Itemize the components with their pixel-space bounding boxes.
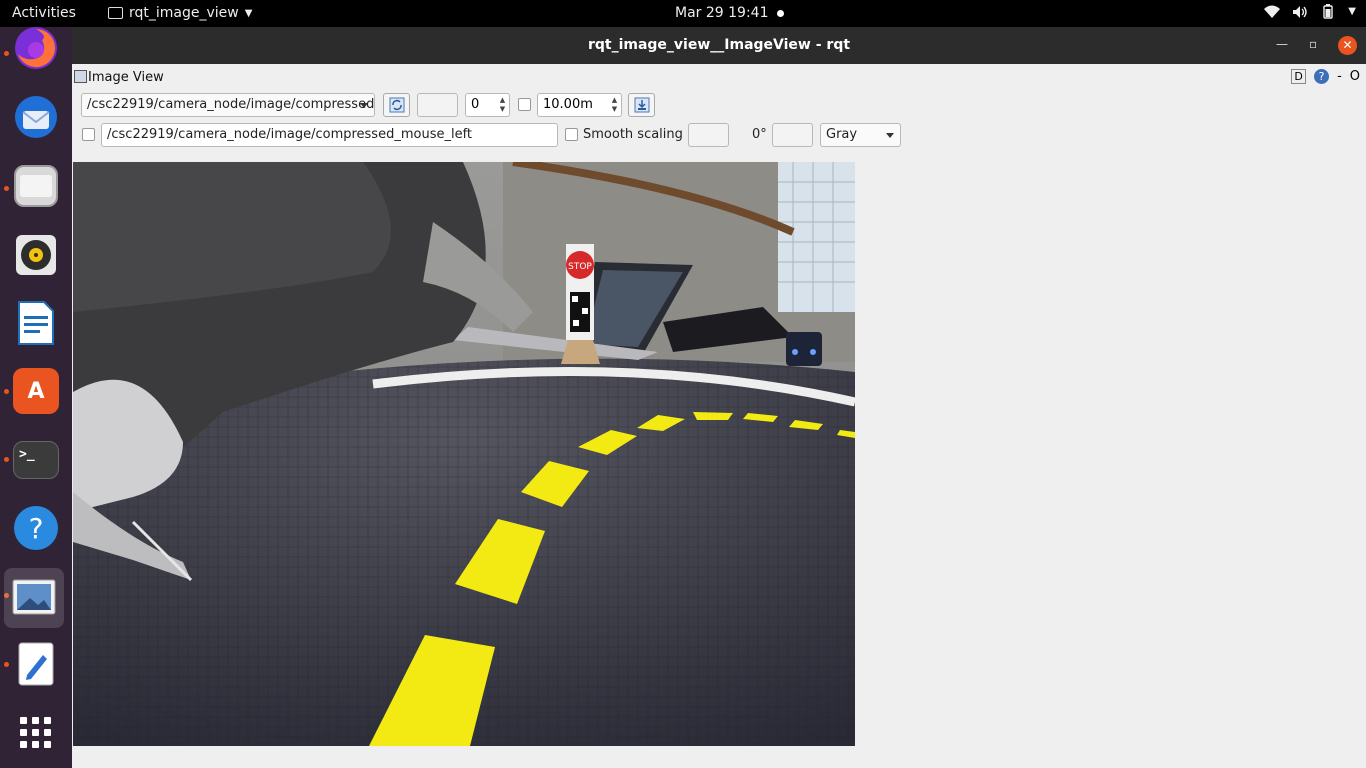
help-button[interactable]: ?	[1314, 69, 1330, 84]
dock-toggle-button[interactable]: D	[1291, 69, 1307, 84]
dock-firefox[interactable]	[8, 20, 64, 76]
refresh-topics-button[interactable]	[383, 93, 410, 117]
system-tray[interactable]: ▼	[1264, 4, 1356, 19]
notification-dot	[777, 10, 784, 17]
plugin-title: Image View	[88, 70, 164, 85]
system-menu-chevron-icon: ▼	[1348, 6, 1356, 17]
files-icon	[14, 165, 58, 207]
dock-rhythmbox[interactable]	[8, 227, 64, 283]
writer-icon	[18, 301, 54, 345]
dock: A >_ ?	[0, 27, 72, 768]
rhythmbox-icon	[16, 235, 56, 275]
refresh-icon	[389, 97, 404, 113]
software-icon: A	[13, 368, 59, 414]
app-menu[interactable]: rqt_image_view ▼	[108, 5, 252, 21]
topic-select-value: /csc22919/camera_node/image/compressed	[87, 97, 375, 112]
chevron-down-icon	[886, 133, 894, 138]
dock-files[interactable]	[8, 158, 64, 214]
dock-terminal[interactable]: >_	[8, 432, 64, 488]
spin-arrows-icon: ▲ ▼	[611, 96, 618, 113]
thunderbird-icon	[15, 96, 57, 138]
top-bar: Activities rqt_image_view ▼ Mar 29 19:41…	[0, 0, 1366, 27]
minimize-button[interactable]: —	[1276, 37, 1288, 51]
topic-select[interactable]: /csc22919/camera_node/image/compressed	[81, 93, 375, 117]
spin-arrows-icon: ▲ ▼	[499, 96, 506, 113]
activities-button[interactable]: Activities	[12, 5, 76, 21]
window-content: Image View D ? - O /csc22919/camera_node…	[72, 64, 1366, 768]
spin-box[interactable]: 0 ▲ ▼	[465, 93, 510, 117]
camera-image[interactable]: STOP	[73, 162, 855, 746]
app-menu-label: rqt_image_view	[129, 5, 239, 21]
dock-image-viewer[interactable]	[4, 568, 64, 628]
window-titlebar[interactable]: rqt_image_view__ImageView - rqt — ▫ ✕	[72, 27, 1366, 64]
maximize-button[interactable]: ▫	[1309, 37, 1317, 51]
smooth-scaling-checkbox[interactable]	[565, 128, 578, 141]
volume-icon	[1293, 5, 1307, 18]
zoom-field[interactable]	[417, 93, 458, 117]
wifi-icon	[1264, 5, 1281, 18]
rotation-label: 0°	[752, 127, 767, 142]
dock-help[interactable]: ?	[8, 500, 64, 556]
image-viewer-icon	[12, 579, 56, 615]
mouse-topic-input[interactable]: /csc22919/camera_node/image/compressed_m…	[101, 123, 558, 147]
close-button[interactable]: ✕	[1338, 36, 1357, 55]
camera-frame: STOP	[73, 162, 855, 746]
smooth-scaling-label: Smooth scaling	[583, 127, 683, 142]
rotate-right-button[interactable]	[772, 123, 813, 147]
spin-box-value: 0	[471, 97, 480, 112]
colormap-select[interactable]: Gray	[820, 123, 901, 147]
colormap-select-value: Gray	[826, 127, 858, 142]
battery-icon	[1323, 4, 1333, 19]
max-range-value: 10.00m	[543, 97, 593, 112]
plugin-icon	[74, 70, 87, 83]
dock-app-grid[interactable]	[8, 705, 64, 761]
save-image-button[interactable]	[628, 93, 655, 117]
lane-dash	[693, 412, 733, 420]
dock-writer[interactable]	[8, 295, 64, 351]
plugin-controls: D ? - O	[1291, 69, 1360, 84]
mouse-publish-checkbox[interactable]	[82, 128, 95, 141]
max-range-spin[interactable]: 10.00m ▲ ▼	[537, 93, 622, 117]
rotate-left-button[interactable]	[688, 123, 729, 147]
terminal-icon: >_	[13, 441, 59, 479]
close-plugin-button[interactable]: O	[1350, 69, 1360, 84]
chevron-down-icon: ▼	[244, 7, 253, 19]
depth-checkbox[interactable]	[518, 98, 531, 111]
clock[interactable]: Mar 29 19:41	[675, 5, 768, 21]
dock-software[interactable]: A	[8, 363, 64, 419]
save-icon	[634, 97, 649, 113]
minimize-plugin-button[interactable]: -	[1337, 69, 1342, 84]
dock-text-editor[interactable]	[8, 636, 64, 692]
app-menu-icon	[108, 7, 123, 19]
dock-thunderbird[interactable]	[8, 89, 64, 145]
mouse-topic-value: /csc22919/camera_node/image/compressed_m…	[107, 127, 473, 142]
text-editor-icon	[18, 642, 54, 686]
app-grid-icon	[20, 717, 51, 748]
svg-text:STOP: STOP	[568, 262, 592, 272]
chevron-down-icon	[360, 103, 368, 108]
firefox-icon	[15, 27, 57, 69]
window-title: rqt_image_view__ImageView - rqt	[587, 37, 851, 53]
help-icon: ?	[14, 506, 58, 550]
